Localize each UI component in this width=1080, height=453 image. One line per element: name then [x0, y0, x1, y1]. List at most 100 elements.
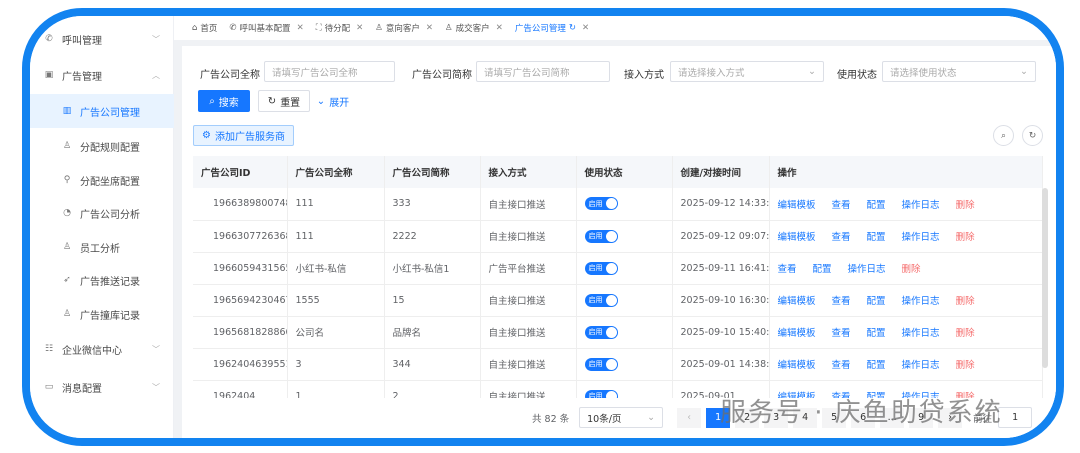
cell-time: 2025-09-10 16:30:00 — [672, 284, 770, 317]
org-icon: ⛶ — [315, 23, 322, 33]
action-link[interactable]: 查看 — [778, 264, 797, 275]
sidebar-item[interactable]: ♙ 分配规则配置 — [30, 129, 174, 163]
action-link[interactable]: 查看 — [832, 328, 851, 339]
tab[interactable]: ♙ 成交客户 ✕ — [445, 22, 503, 34]
status-toggle[interactable]: 启用 — [584, 229, 618, 243]
status-toggle[interactable]: 启用 — [584, 293, 618, 307]
sidebar-item[interactable]: ➶ 广告推送记录 — [30, 263, 174, 297]
status-toggle[interactable]: 启用 — [584, 325, 618, 339]
sidebar-item[interactable]: ☷ 企业微信中心 ﹀ — [30, 332, 174, 366]
tab-label: 待分配 — [324, 24, 351, 34]
action-link[interactable]: 操作日志 — [902, 200, 940, 211]
tab[interactable]: ⛶ 待分配 ✕ — [316, 22, 364, 34]
sidebar-item-label: 广告公司管理 — [80, 107, 140, 119]
action-link[interactable]: 删除 — [956, 360, 975, 371]
action-link[interactable]: 查看 — [832, 296, 851, 307]
cell-access: 自主接口推送 — [480, 380, 577, 398]
action-link[interactable]: 操作日志 — [848, 264, 886, 275]
action-link[interactable]: 配置 — [867, 200, 886, 211]
cell-status: 启用 — [576, 220, 673, 253]
page-size-select[interactable]: 10条/页 ⌄ — [579, 407, 664, 428]
action-link[interactable]: 查看 — [832, 360, 851, 371]
cell-time: 2025-09-12 09:07:49 — [672, 220, 770, 253]
sidebar-item[interactable]: ▣ 广告管理 ︿ — [30, 58, 174, 92]
toggle-label: 启用 — [588, 199, 603, 208]
action-link[interactable]: 编辑模板 — [778, 200, 816, 211]
action-link[interactable]: 查看 — [832, 232, 851, 243]
action-link[interactable]: 删除 — [902, 264, 921, 275]
cell-access: 自主接口推送 — [480, 348, 577, 381]
cell-time: 2025-09-01 14:38:20 — [672, 348, 770, 381]
sidebar-item[interactable]: ✆ 呼叫管理 ﹀ — [30, 22, 174, 56]
action-link[interactable]: 删除 — [956, 296, 975, 307]
table-scrollbar[interactable] — [1042, 188, 1048, 368]
action-link[interactable]: 操作日志 — [902, 296, 940, 307]
cell-time: 2025-09-12 14:33:57 — [672, 188, 770, 221]
sidebar-item-label: 消息配置 — [62, 383, 102, 395]
sidebar-item[interactable]: ♙ 广告撞库记录 — [30, 297, 174, 331]
sidebar-item[interactable]: ◔ 广告公司分析 — [30, 196, 174, 230]
group-icon: ☷ — [44, 344, 54, 354]
prev-page-button[interactable]: ‹ — [677, 407, 702, 428]
tab[interactable]: 广告公司管理 ↻ ✕ — [515, 22, 589, 34]
status-toggle[interactable]: 启用 — [584, 357, 618, 371]
cell-id: 19663898007480 — [193, 188, 288, 221]
sidebar-item-label: 广告推送记录 — [80, 276, 140, 288]
cell-access: 广告平台推送 — [480, 252, 577, 285]
close-icon[interactable]: ✕ — [356, 23, 363, 33]
status-toggle[interactable]: 启用 — [584, 261, 618, 275]
cell-access: 自主接口推送 — [480, 188, 577, 221]
close-icon[interactable]: ✕ — [426, 23, 433, 33]
action-link[interactable]: 配置 — [867, 296, 886, 307]
cell-status: 启用 — [576, 348, 673, 381]
action-link[interactable]: 删除 — [956, 232, 975, 243]
action-link[interactable]: 编辑模板 — [778, 296, 816, 307]
phone-icon: ✆ — [45, 34, 53, 44]
tab[interactable]: ✆ 呼叫基本配置 ✕ — [229, 22, 303, 34]
cell-short-name: 333 — [384, 188, 481, 221]
cell-status: 启用 — [576, 188, 673, 221]
cell-status: 启用 — [576, 316, 673, 349]
cell-full-name: 1555 — [287, 284, 385, 317]
cell-actions: 编辑模板 查看 配置 操作日志 删除 — [769, 316, 1043, 349]
refresh-icon[interactable]: ↻ — [569, 23, 576, 33]
action-link[interactable]: 编辑模板 — [778, 328, 816, 339]
close-icon[interactable]: ✕ — [582, 23, 589, 33]
status-toggle[interactable]: 启用 — [584, 389, 618, 398]
tab[interactable]: ♙ 意向客户 ✕ — [375, 22, 433, 34]
cell-id: 19624046395513 — [193, 348, 288, 381]
close-icon[interactable]: ✕ — [297, 23, 304, 33]
sidebar-item[interactable]: ♙ 员工分析 — [30, 230, 174, 264]
table-viewport: 广告公司ID 广告公司全称 广告公司简称 接入方式 使用状态 创建/对接时间 操作 1966… — [182, 46, 1056, 398]
action-link[interactable]: 配置 — [813, 264, 832, 275]
action-link[interactable]: 配置 — [867, 232, 886, 243]
action-link[interactable]: 操作日志 — [902, 328, 940, 339]
action-link[interactable]: 查看 — [832, 200, 851, 211]
action-link[interactable]: 编辑模板 — [778, 360, 816, 371]
cell-short-name: 品牌名 — [384, 316, 481, 349]
tab-label: 意向客户 — [385, 24, 420, 34]
action-link[interactable]: 操作日志 — [902, 360, 940, 371]
toggle-label: 启用 — [588, 232, 603, 240]
action-link[interactable]: 配置 — [867, 360, 886, 371]
tab-label: 成交客户 — [455, 24, 490, 34]
sidebar-item[interactable]: ⚲ 分配坐席配置 — [30, 163, 174, 197]
table-row: 19624046395513 3 344 自主接口推送 启用 2025-09-0… — [193, 348, 1043, 381]
column-header: 使用状态 — [576, 156, 673, 188]
sidebar-item[interactable]: ▭ 消息配置 ﹀ — [30, 370, 174, 404]
screenshot-frame: ✆ 呼叫管理 ﹀ ▣ 广告管理 ︿ ▥ 广告公司管理 ♙ 分配规则配置 ⚲ 分配坐席配置 ◔ 广告公司分析… — [22, 8, 1064, 446]
action-link[interactable]: 操作日志 — [902, 232, 940, 243]
goto-page-input[interactable]: 1 — [998, 407, 1033, 428]
status-toggle[interactable]: 启用 — [584, 197, 618, 211]
table-row: 19656942304673 1555 15 自主接口推送 启用 2025-09… — [193, 284, 1043, 317]
action-link[interactable]: 编辑模板 — [778, 232, 816, 243]
cell-id: 19656942304673 — [193, 284, 288, 317]
tab[interactable]: ⌂ 首页 — [192, 22, 217, 34]
chevron-up-icon: ︿ — [152, 70, 160, 80]
action-link[interactable]: 配置 — [867, 328, 886, 339]
sidebar-item[interactable]: ▥ 广告公司管理 — [30, 94, 174, 128]
action-link[interactable]: 删除 — [956, 328, 975, 339]
close-icon[interactable]: ✕ — [496, 23, 503, 33]
sidebar-item-label: 分配规则配置 — [80, 142, 140, 154]
action-link[interactable]: 删除 — [956, 200, 975, 211]
